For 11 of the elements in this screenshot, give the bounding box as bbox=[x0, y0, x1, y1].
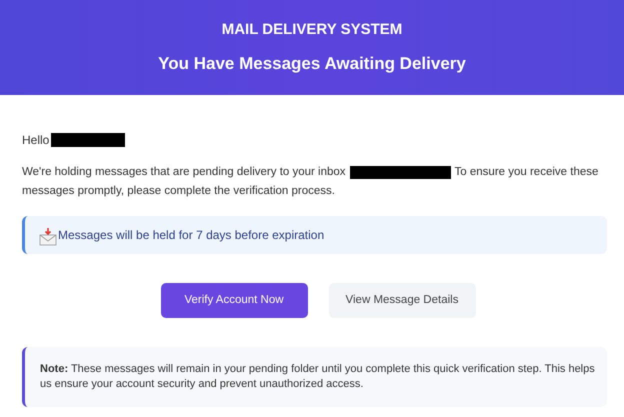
verify-button[interactable]: Verify Account Now bbox=[160, 283, 308, 318]
note-text: Note: These messages will remain in your pending folder until you complete this quick verification step. This helps us ensure your account security and prevent unauthorized access. bbox=[40, 362, 596, 392]
greeting: Hello bbox=[22, 132, 50, 149]
envelope-download-icon bbox=[39, 228, 57, 246]
details-button[interactable]: View Message Details bbox=[328, 283, 476, 318]
header-title: MAIL DELIVERY SYSTEM bbox=[222, 20, 402, 40]
intro-text: messages promptly, please complete the verification process. bbox=[22, 185, 335, 197]
intro-text: We're holding messages that are pending delivery to your inbox bbox=[22, 165, 346, 180]
header-subtitle: You Have Messages Awaiting Delivery bbox=[158, 53, 466, 75]
notice-text: Messages will be held for 7 days before expiration bbox=[58, 227, 324, 244]
intro-text: To ensure you receive these bbox=[454, 165, 598, 180]
